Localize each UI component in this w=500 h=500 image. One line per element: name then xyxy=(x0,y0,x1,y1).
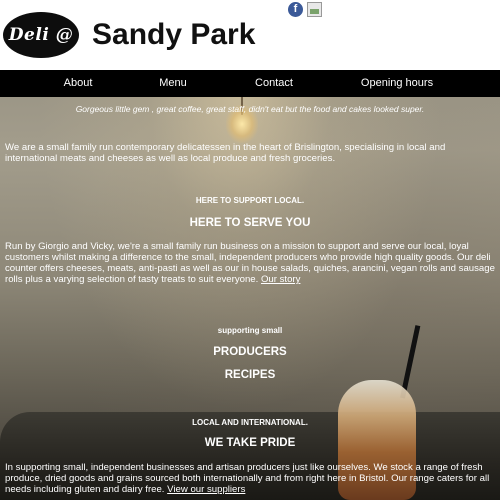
image-icon[interactable] xyxy=(307,2,322,17)
site-logo[interactable]: Deli @ xyxy=(3,12,79,58)
nav-item-contact[interactable]: Contact xyxy=(241,70,307,97)
pride-body: In supporting small, independent busines… xyxy=(5,462,490,495)
support-local-kicker: HERE TO SUPPORT LOCAL. xyxy=(195,196,305,205)
site-header: Deli @ Sandy Park f xyxy=(0,0,500,70)
serve-you-heading: HERE TO SERVE YOU xyxy=(189,217,311,229)
nav-item-about[interactable]: About xyxy=(45,70,111,97)
support-local-body: Run by Giorgio and Vicky, we're a small … xyxy=(5,241,495,285)
take-pride-heading: WE TAKE PRIDE xyxy=(204,437,296,449)
facebook-icon[interactable]: f xyxy=(288,2,303,17)
nav-item-opening-hours[interactable]: Opening hours xyxy=(346,70,448,97)
nav-item-menu[interactable]: Menu xyxy=(140,70,206,97)
view-suppliers-link[interactable]: View our suppliers xyxy=(167,484,245,495)
logo-text: Deli @ xyxy=(8,25,74,45)
pride-kicker: LOCAL AND INTERNATIONAL. xyxy=(192,418,308,427)
intro-paragraph: We are a small family run contemporary d… xyxy=(5,142,446,164)
main-nav: About Menu Contact Opening hours xyxy=(0,70,500,97)
producers-link[interactable]: PRODUCERS xyxy=(0,346,500,358)
site-title: Sandy Park xyxy=(92,18,256,51)
social-links: f xyxy=(288,2,322,17)
review-quote: Gorgeous little gem , great coffee, grea… xyxy=(75,104,425,114)
our-story-link[interactable]: Our story xyxy=(261,274,300,285)
producers-kicker: supporting small xyxy=(217,326,283,335)
recipes-link[interactable]: RECIPES xyxy=(0,369,500,381)
support-local-paragraph: Run by Giorgio and Vicky, we're a small … xyxy=(5,241,497,285)
pride-paragraph: In supporting small, independent busines… xyxy=(5,462,497,495)
